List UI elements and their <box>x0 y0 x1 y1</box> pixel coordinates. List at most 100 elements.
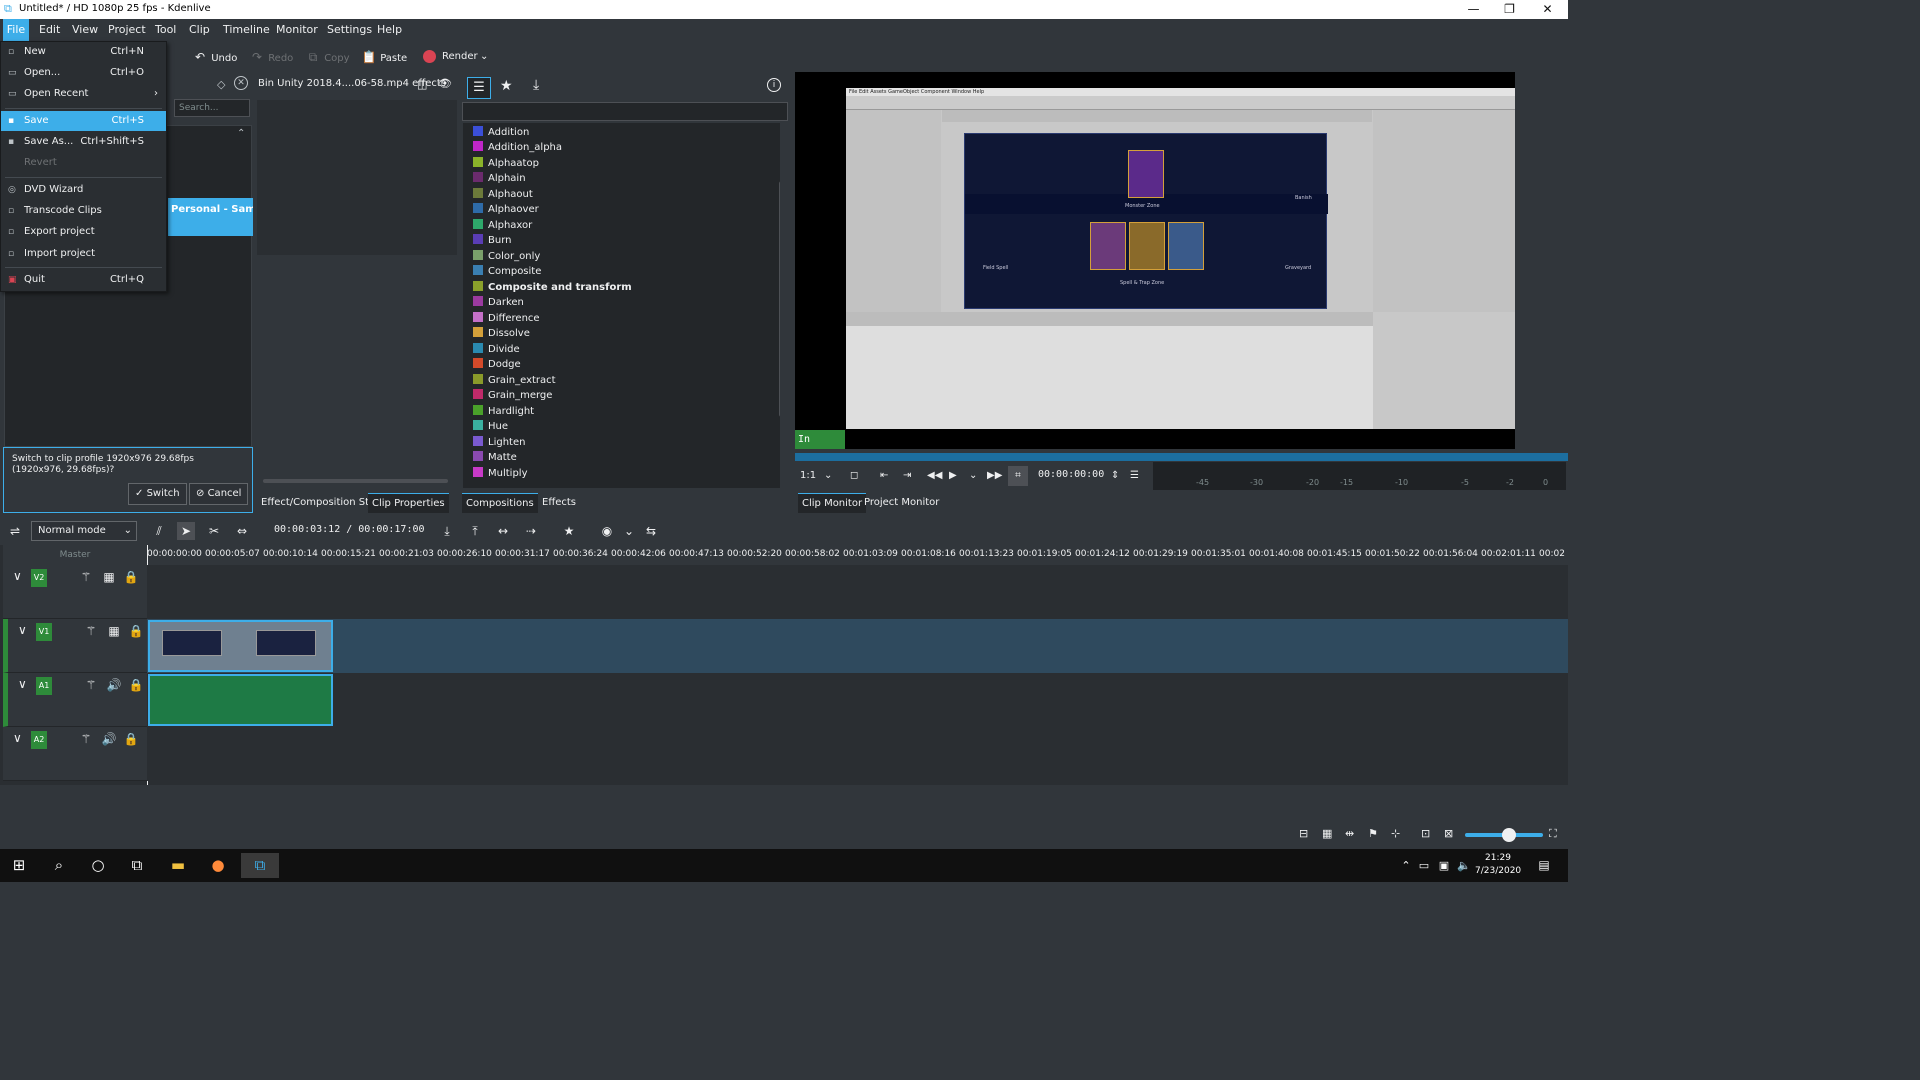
list-item[interactable]: Dodge <box>473 357 521 372</box>
lock-icon[interactable]: 🔒 <box>128 623 144 639</box>
download-icon[interactable]: ⤓ <box>533 77 539 93</box>
menu-settings[interactable]: Settings <box>327 19 372 41</box>
track-header-a1[interactable]: ∨ A1 ⚚ 🔊 🔒 <box>3 673 147 727</box>
tab-project-monitor[interactable]: Project Monitor <box>860 493 943 513</box>
copy-button[interactable]: ⧉ Copy <box>305 47 350 67</box>
chevron-down-icon[interactable]: ∨ <box>13 731 22 745</box>
list-item[interactable]: Hardlight <box>473 404 534 419</box>
effect-stack-scrollbar[interactable] <box>263 479 448 483</box>
list-item[interactable]: Grain_merge <box>473 388 552 403</box>
eye-icon[interactable]: 👁 <box>438 77 452 90</box>
track-lane-v2[interactable] <box>147 565 1568 619</box>
clear-filter-icon[interactable]: ✕ <box>234 76 248 90</box>
render-dropdown-icon[interactable]: ⌄ <box>480 47 488 67</box>
zoom-in-icon[interactable]: ⊠ <box>1444 827 1453 840</box>
menu-item-save-as[interactable]: ▪ Save As... Ctrl+Shift+S <box>1 132 166 152</box>
task-view-icon[interactable]: ⧉ <box>123 853 151 878</box>
effects-wand-icon[interactable]: ⚚ <box>78 569 94 585</box>
list-item[interactable]: Composite and transform <box>473 280 632 295</box>
select-tool-icon[interactable]: ➤ <box>177 522 195 540</box>
bin-folder[interactable]: Personal - SampleS <box>168 198 253 236</box>
track-header-v2[interactable]: ∨ V2 ⚚ ▦ 🔒 <box>3 565 147 619</box>
menu-file[interactable]: File <box>3 19 29 41</box>
bin-search-input[interactable]: Search... <box>174 99 250 117</box>
cancel-button[interactable]: ⊘ Cancel <box>189 483 249 505</box>
effects-wand-icon[interactable]: ⚚ <box>83 623 99 639</box>
spinner-icon[interactable]: ⇕ <box>1111 466 1119 486</box>
zoom-out-icon[interactable]: ⊡ <box>1421 827 1430 840</box>
menu-edit[interactable]: Edit <box>39 19 60 41</box>
mixer-icon[interactable]: ⇆ <box>642 522 660 540</box>
windows-start-icon[interactable]: ⊞ <box>5 853 33 878</box>
monitor-screen[interactable]: File Edit Assets GameObject Component Wi… <box>795 72 1515 449</box>
list-item[interactable]: Lighten <box>473 435 525 450</box>
record-icon[interactable]: ◉ <box>598 522 616 540</box>
film-icon[interactable]: ▦ <box>106 623 122 639</box>
compositions-scrollbar[interactable] <box>779 181 780 417</box>
split-audio-icon[interactable]: ⇹ <box>1345 827 1354 840</box>
taskbar-clock[interactable]: 21:29 7/23/2020 <box>1475 852 1521 878</box>
redo-button[interactable]: ↷ Redo <box>249 47 293 67</box>
menu-clip[interactable]: Clip <box>189 19 210 41</box>
lock-icon[interactable]: 🔒 <box>123 569 139 585</box>
tab-clip-monitor[interactable]: Clip Monitor <box>798 493 867 513</box>
zoom-slider-handle[interactable] <box>1502 828 1516 842</box>
volume-icon[interactable]: 🔈 <box>1450 853 1478 878</box>
list-item[interactable]: Divide <box>473 342 520 357</box>
chevron-down-icon[interactable]: ∨ <box>13 569 22 583</box>
cortana-icon[interactable]: ○ <box>84 853 112 878</box>
menu-tool[interactable]: Tool <box>155 19 176 41</box>
zoom-select[interactable]: 1:1 <box>800 466 816 486</box>
tab-compositions[interactable]: Compositions <box>462 493 538 513</box>
menu-item-dvd-wizard[interactable]: ◎ DVD Wizard <box>1 180 166 200</box>
undo-button[interactable]: ↶ Undo <box>192 47 237 67</box>
paste-button[interactable]: 📋 Paste <box>361 47 408 67</box>
speaker-icon[interactable]: 🔊 <box>106 677 122 693</box>
razor-tool-icon[interactable]: ✂ <box>205 522 223 540</box>
menu-item-quit[interactable]: ▣ Quit Ctrl+Q <box>1 270 166 290</box>
menu-item-import[interactable]: ▫ Import project <box>1 244 166 264</box>
chevron-down-icon[interactable]: ⌄ <box>824 466 832 486</box>
track-lane-a2[interactable] <box>147 727 1568 781</box>
monitor-timecode[interactable]: 00:00:00:00 <box>1038 469 1104 480</box>
speaker-icon[interactable]: 🔊 <box>101 731 117 747</box>
menu-item-export[interactable]: ▫ Export project <box>1 222 166 242</box>
list-item[interactable]: Alphaover <box>473 202 539 217</box>
extract-icon[interactable]: ↔ <box>494 522 512 540</box>
video-clip[interactable] <box>148 620 333 672</box>
notifications-icon[interactable]: ▤ <box>1530 853 1558 878</box>
render-button[interactable]: Render <box>423 47 478 67</box>
film-icon[interactable]: ▦ <box>101 569 117 585</box>
collapse-icon[interactable]: ⌃ <box>237 128 245 139</box>
list-item[interactable]: Alphaout <box>473 187 533 202</box>
menu-item-save[interactable]: ▪ Save Ctrl+S <box>1 111 166 131</box>
insert-icon[interactable]: ⤓ <box>438 522 456 540</box>
magnet-icon[interactable]: ⫽ <box>150 522 168 540</box>
list-item[interactable]: Alphain <box>473 171 526 186</box>
marker-icon[interactable]: ⚑ <box>1368 827 1378 840</box>
menu-item-open[interactable]: ▭ Open... Ctrl+O <box>1 63 166 83</box>
list-item[interactable]: Grain_extract <box>473 373 556 388</box>
tag-icon[interactable]: ◇ <box>217 78 225 91</box>
firefox-icon[interactable]: ● <box>204 853 232 878</box>
track-header-a2[interactable]: ∨ A2 ⚚ 🔊 🔒 <box>3 727 147 781</box>
list-item[interactable]: Darken <box>473 295 524 310</box>
list-item[interactable]: Matte <box>473 450 517 465</box>
track-settings-icon[interactable]: ⇌ <box>6 522 24 540</box>
rewind-icon[interactable]: ◀◀ <box>927 466 942 486</box>
timeline-ruler[interactable]: 00:00:00:00 00:00:05:07 00:00:10:14 00:0… <box>147 545 1568 565</box>
switch-button[interactable]: ✓ Switch <box>128 483 187 505</box>
chevron-down-icon[interactable]: ∨ <box>18 623 27 637</box>
ripple-icon[interactable]: ⊹ <box>1391 827 1400 840</box>
menu-icon[interactable]: ☰ <box>1130 466 1139 486</box>
audio-clip[interactable] <box>148 674 333 726</box>
menu-monitor[interactable]: Monitor <box>276 19 318 41</box>
minimize-icon[interactable]: — <box>1456 0 1491 19</box>
list-item[interactable]: Composite <box>473 264 541 279</box>
menu-item-open-recent[interactable]: ▭ Open Recent › <box>1 84 166 104</box>
spacer-tool-icon[interactable]: ⇔ <box>233 522 251 540</box>
track-lane-a1[interactable] <box>147 673 1568 727</box>
forward-icon[interactable]: ▶▶ <box>987 466 1002 486</box>
menu-project[interactable]: Project <box>108 19 146 41</box>
master-label[interactable]: Master <box>3 545 147 565</box>
